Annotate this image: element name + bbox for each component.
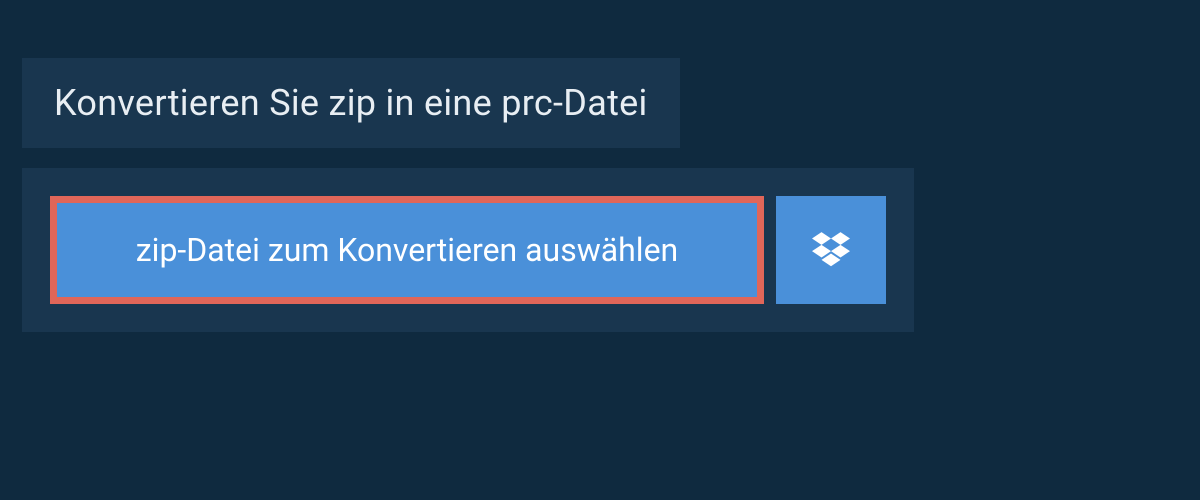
page-title: Konvertieren Sie zip in eine prc-Datei [54,82,648,124]
upload-panel: zip-Datei zum Konvertieren auswählen [22,168,914,332]
select-file-button-label: zip-Datei zum Konvertieren auswählen [136,231,678,269]
dropbox-button[interactable] [776,196,886,304]
dropbox-icon [812,229,850,271]
select-file-button[interactable]: zip-Datei zum Konvertieren auswählen [50,196,764,304]
header-bar: Konvertieren Sie zip in eine prc-Datei [22,58,680,148]
